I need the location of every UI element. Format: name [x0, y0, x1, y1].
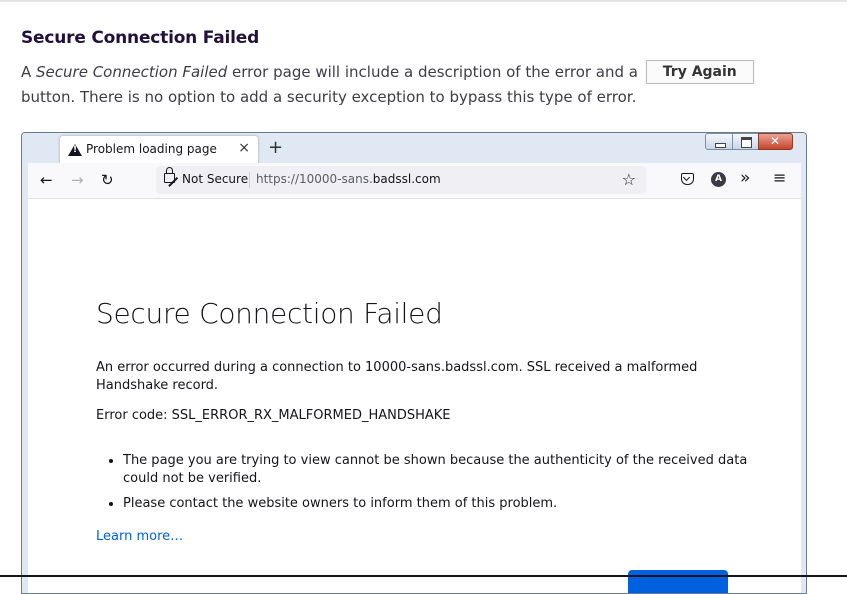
hamburger-menu-icon[interactable]: ≡ — [773, 168, 786, 187]
browser-window-screenshot: Problem loading page × + ← → ↻ Not Secur… — [21, 132, 807, 594]
close-window-icon[interactable] — [758, 133, 793, 150]
try-again-button-illustration: Try Again — [645, 60, 754, 84]
list-item: Please contact the website owners to inf… — [123, 495, 763, 513]
tab-problem-loading[interactable]: Problem loading page × — [59, 135, 259, 164]
url-separator — [249, 172, 250, 188]
error-title: Secure Connection Failed — [96, 297, 443, 330]
doc-para-mid: error page will include a description of… — [227, 63, 638, 81]
learn-more-link[interactable]: Learn more… — [96, 529, 183, 544]
doc-para-suffix: button. There is no option to add a secu… — [21, 88, 637, 106]
back-arrow-icon[interactable]: ← — [40, 171, 53, 189]
forward-arrow-icon[interactable]: → — [71, 171, 84, 189]
tab-title: Problem loading page — [86, 142, 217, 156]
url-prefix: https://10000-sans. — [256, 172, 373, 186]
navigation-toolbar: ← → ↻ Not Secure https://10000-sans.bads… — [28, 163, 801, 199]
doc-heading: Secure Connection Failed — [21, 28, 260, 48]
top-divider — [0, 0, 847, 2]
tab-strip: Problem loading page × + — [22, 133, 806, 164]
new-tab-icon[interactable]: + — [268, 137, 283, 158]
url-bar[interactable]: Not Secure https://10000-sans.badssl.com… — [156, 166, 646, 194]
doc-paragraph: A Secure Connection Failed error page wi… — [21, 60, 841, 110]
error-page: Secure Connection Failed An error occurr… — [28, 199, 801, 593]
doc-para-emphasis: Secure Connection Failed — [36, 63, 228, 81]
close-tab-icon[interactable]: × — [238, 140, 250, 156]
browser-body: ← → ↻ Not Secure https://10000-sans.bads… — [28, 163, 801, 593]
list-item: The page you are trying to view cannot b… — [123, 452, 763, 488]
reload-icon[interactable]: ↻ — [101, 171, 114, 189]
url-text: https://10000-sans.badssl.com — [256, 172, 441, 186]
warning-icon — [68, 144, 82, 156]
maximize-icon[interactable] — [732, 133, 759, 150]
error-description: An error occurred during a connection to… — [96, 360, 698, 393]
insecure-lock-icon[interactable] — [164, 167, 175, 183]
minimize-icon[interactable] — [705, 133, 733, 150]
account-icon[interactable]: A — [711, 172, 726, 187]
error-advice-list: The page you are trying to view cannot b… — [96, 452, 763, 520]
overflow-chevron-icon[interactable]: » — [740, 168, 750, 188]
error-code: Error code: SSL_ERROR_RX_MALFORMED_HANDS… — [96, 408, 451, 423]
pocket-icon[interactable] — [681, 173, 694, 185]
security-label: Not Secure — [182, 172, 249, 186]
bookmark-star-icon[interactable]: ☆ — [622, 170, 636, 189]
doc-para-prefix: A — [21, 63, 37, 81]
try-again-button[interactable] — [628, 570, 728, 593]
url-domain: badssl.com — [372, 172, 441, 186]
